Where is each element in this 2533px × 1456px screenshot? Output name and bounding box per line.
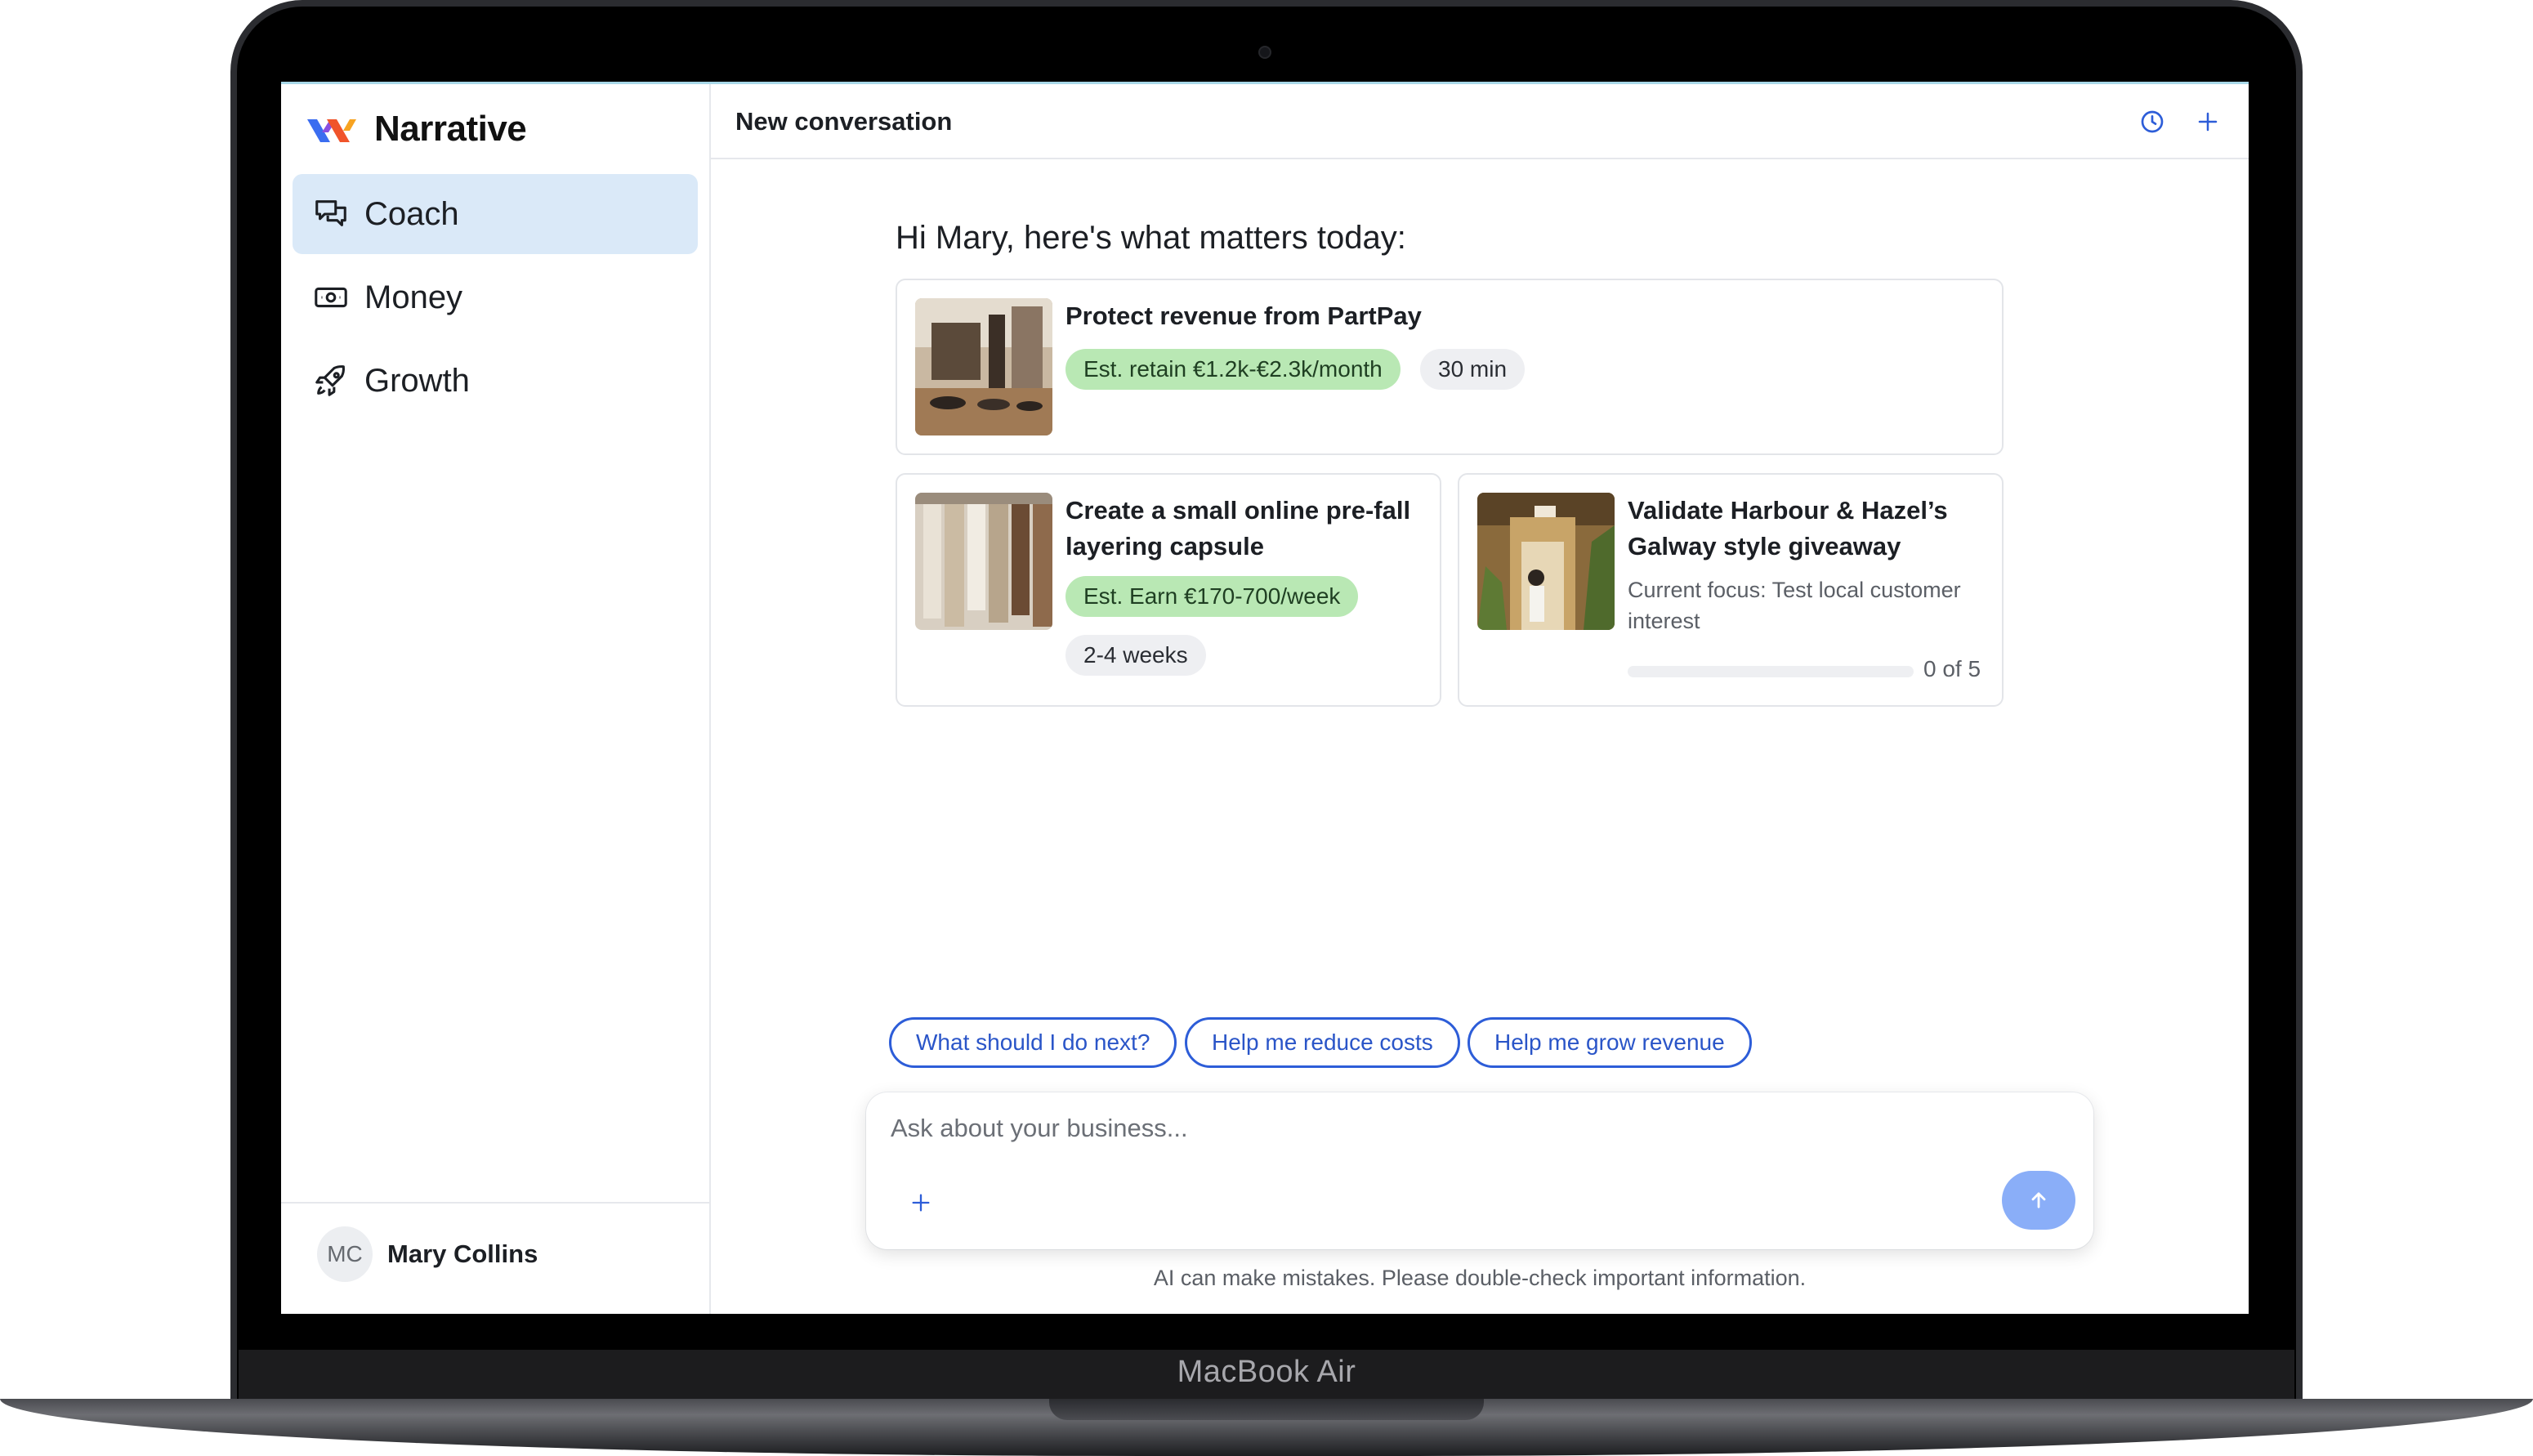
new-plus-icon[interactable] — [2191, 105, 2224, 138]
message-input[interactable] — [891, 1114, 1953, 1143]
narrative-logo-icon — [307, 119, 356, 142]
divider — [281, 1202, 711, 1204]
sidebar-item-label: Money — [364, 279, 463, 315]
header: New conversation — [711, 84, 2249, 159]
progress-bar — [1628, 666, 1914, 677]
task-card-capsule[interactable]: Create a small online pre-fall layering … — [896, 473, 1441, 707]
avatar: MC — [317, 1226, 373, 1282]
user-name: Mary Collins — [387, 1239, 538, 1268]
sidebar-item-coach[interactable]: Coach — [293, 174, 698, 254]
send-button[interactable] — [2002, 1171, 2075, 1230]
card-thumbnail — [915, 298, 1052, 435]
estimate-badge: Est. Earn €170-700/week — [1065, 576, 1359, 617]
message-composer — [866, 1092, 2093, 1249]
camera-icon — [1258, 46, 1271, 59]
estimate-badge: Est. retain €1.2k-€2.3k/month — [1065, 349, 1401, 390]
card-title: Protect revenue from PartPay — [1065, 301, 1422, 330]
progress-label: 0 of 5 — [1923, 656, 1981, 681]
sidebar-item-growth[interactable]: Growth — [293, 341, 698, 421]
app-window: Narrative Coach Money Growth MC Mary Col… — [281, 82, 2249, 1314]
device-brand-label: MacBook Air — [1177, 1355, 1356, 1389]
chat-bubbles-icon — [312, 195, 350, 233]
attach-plus-icon[interactable] — [902, 1184, 940, 1222]
sidebar-item-label: Growth — [364, 362, 470, 399]
suggestion-chip-next[interactable]: What should I do next? — [889, 1017, 1177, 1068]
duration-badge: 30 min — [1420, 349, 1526, 390]
page-title: New conversation — [735, 107, 953, 136]
sidebar: Narrative Coach Money Growth MC Mary Col… — [281, 84, 711, 1314]
card-thumbnail — [915, 493, 1052, 630]
sidebar-item-label: Coach — [364, 195, 459, 232]
logo-text: Narrative — [374, 109, 527, 149]
arrow-up-icon — [2031, 1192, 2046, 1208]
card-title: Validate Harbour & Hazel’s Galway style … — [1628, 496, 1948, 561]
current-focus-text: Current focus: Test local customer inter… — [1628, 578, 1961, 633]
disclaimer-text: AI can make mistakes. Please double-chec… — [1153, 1266, 1807, 1290]
suggestion-chip-reduce-costs[interactable]: Help me reduce costs — [1185, 1017, 1460, 1068]
banknote-icon — [312, 279, 350, 316]
user-profile[interactable]: MC Mary Collins — [317, 1226, 538, 1282]
duration-badge: 2-4 weeks — [1065, 635, 1206, 676]
logo[interactable]: Narrative — [306, 109, 527, 150]
task-card-giveaway[interactable]: Validate Harbour & Hazel’s Galway style … — [1458, 473, 2004, 707]
sidebar-item-money[interactable]: Money — [293, 257, 698, 337]
task-card-partpay[interactable]: Protect revenue from PartPay Est. retain… — [896, 279, 2004, 455]
laptop-notch — [1049, 1399, 1484, 1420]
card-title: Create a small online pre-fall layering … — [1065, 496, 1411, 561]
suggestion-chip-grow-revenue[interactable]: Help me grow revenue — [1468, 1017, 1752, 1068]
card-thumbnail — [1477, 493, 1615, 630]
rocket-icon — [312, 362, 350, 400]
greeting-heading: Hi Mary, here's what matters today: — [896, 220, 1406, 256]
history-clock-icon[interactable] — [2136, 105, 2169, 138]
